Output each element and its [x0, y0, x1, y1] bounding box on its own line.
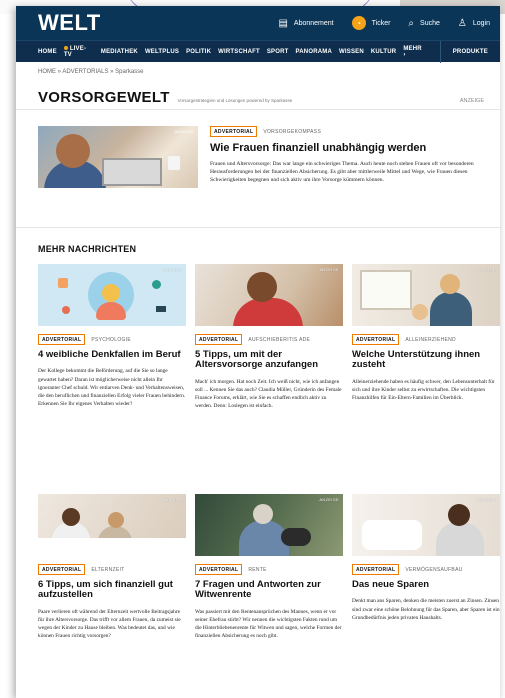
article-title[interactable]: 6 Tipps, um sich finanziell gut aufzuste…	[38, 579, 186, 601]
article-teaser: Paare verlieren oft während der Elternze…	[38, 608, 181, 640]
article-title[interactable]: 7 Fragen und Antworten zur Witwenrente	[195, 579, 343, 601]
nav-item-panorama[interactable]: PANORAMA	[296, 49, 333, 55]
article-title[interactable]: 4 weibliche Denkfallen im Beruf	[38, 349, 186, 360]
article-title[interactable]: Welche Unterstützung ihnen zusteht	[352, 349, 500, 371]
article-card[interactable]: ANZEIGE ADVERTORIAL ALLEINERZIEHEND Welc…	[352, 264, 500, 494]
article-title[interactable]: Das neue Sparen	[352, 579, 500, 590]
featured-teaser: Frauen und Altersvorsorge: Das war lange…	[210, 161, 474, 184]
user-icon: ♙	[457, 17, 467, 29]
article-image[interactable]: ANZEIGE	[352, 264, 500, 326]
search-label: Suche	[420, 19, 440, 27]
category-tag[interactable]: ELTERNZEIT	[91, 567, 124, 573]
chevron-right-icon: ›	[403, 51, 406, 58]
main-nav: HOME LIVE-TV MEDIATHEK WELTPLUS POLITIK …	[16, 40, 500, 63]
nav-item-wirtschaft[interactable]: WIRTSCHAFT	[218, 49, 260, 55]
featured-image[interactable]: ANZEIGE	[38, 126, 198, 188]
category-tag[interactable]: VERMÖGENSAUFBAU	[405, 567, 462, 573]
article-title[interactable]: 5 Tipps, um mit der Altersvorsorge anzuf…	[195, 349, 343, 371]
ticker-icon: ◔	[351, 16, 366, 30]
featured-title[interactable]: Wie Frauen finanziell unabhängig werden	[210, 142, 484, 154]
welt-logo[interactable]: WELT	[38, 10, 101, 36]
article-card[interactable]: ANZEIGE ADVERTORIAL ELTERNZEIT 6 Tipps, …	[38, 494, 186, 698]
featured-body: ADVERTORIAL VORSORGEKOMPASS Wie Frauen f…	[210, 126, 484, 227]
article-card[interactable]: ANZEIGE ADVERTORIAL RENTE 7 Fragen und A…	[195, 494, 343, 698]
featured-article[interactable]: ANZEIGE ADVERTORIAL VORSORGEKOMPASS Wie …	[16, 110, 500, 228]
nav-item-mehr[interactable]: MEHR ›	[403, 46, 432, 58]
article-image[interactable]: ANZEIGE	[195, 264, 343, 326]
article-card[interactable]: ANZEIGE ADVERTORIAL AUFSCHIEBERITIS ADE …	[195, 264, 343, 494]
nav-item-live-tv[interactable]: LIVE-TV	[63, 45, 94, 58]
anzeige-label: ANZEIGE	[319, 497, 339, 502]
article-image[interactable]: ANZEIGE	[352, 494, 500, 556]
category-tag[interactable]: RENTE	[248, 567, 266, 573]
advertorial-tag: ADVERTORIAL	[195, 564, 243, 575]
advertorial-tag: ADVERTORIAL	[195, 334, 243, 345]
section-subtitle: Vorsorgestrategien und Lösungen powered …	[177, 98, 293, 103]
login-label: Login	[472, 19, 490, 27]
advertorial-tag: ADVERTORIAL	[210, 126, 258, 137]
article-teaser: Der Kollege bekommt die Beförderung, auf…	[38, 368, 186, 407]
section-title: VORSORGEWELT	[38, 89, 170, 106]
category-tag[interactable]: PSYCHOLOGIE	[91, 337, 131, 343]
nav-item-wissen[interactable]: WISSEN	[339, 49, 364, 55]
featured-anzeige-label: ANZEIGE	[174, 129, 194, 134]
article-image[interactable]: ANZEIGE	[38, 494, 186, 556]
login-link[interactable]: ♙ Login	[458, 18, 490, 29]
article-teaser: Mach' ich morgen. Hat noch Zeit. Ich wei…	[195, 378, 342, 410]
article-image[interactable]: ANZEIGE	[195, 494, 343, 556]
mehr-nachrichten-heading: MEHR NACHRICHTEN	[38, 244, 137, 254]
search-icon: ⌕	[408, 17, 415, 29]
anzeige-label: ANZEIGE	[476, 267, 496, 272]
anzeige-label: ANZEIGE	[162, 497, 182, 502]
nav-item-produkte[interactable]: PRODUKTE	[439, 40, 500, 63]
nav-item-mediathek[interactable]: MEDIATHEK	[101, 49, 138, 55]
advertorial-tag: ADVERTORIAL	[38, 334, 86, 345]
live-dot-icon	[63, 45, 68, 50]
article-teaser: Denkt man ans Sparen, denken die meisten…	[352, 598, 500, 621]
category-tag[interactable]: ALLEINERZIEHEND	[405, 337, 456, 343]
article-card[interactable]: ANZEIGE ADVERTORIAL PSYCHOLOGIE 4 weibli…	[38, 264, 186, 494]
article-image[interactable]: ANZEIGE	[38, 264, 186, 326]
top-bar: WELT ▤ Abonnement ◔ Ticker ⌕ Suche ♙ Log…	[16, 6, 500, 40]
search-link[interactable]: ⌕ Suche	[408, 18, 439, 29]
nav-item-kultur[interactable]: KULTUR	[371, 49, 396, 55]
anzeige-label: ANZEIGE	[162, 267, 182, 272]
abonnement-link[interactable]: ▤ Abonnement	[278, 18, 333, 29]
abonnement-label: Abonnement	[293, 19, 334, 27]
section-header: VORSORGEWELT Vorsorgestrategien und Lösu…	[16, 84, 500, 110]
category-tag[interactable]: AUFSCHIEBERITIS ADE	[248, 337, 310, 343]
ticker-link[interactable]: ◔ Ticker	[351, 16, 391, 30]
newspaper-icon: ▤	[278, 17, 288, 29]
nav-item-sport[interactable]: SPORT	[267, 49, 289, 55]
advertorial-tag: ADVERTORIAL	[352, 334, 400, 345]
article-grid: ANZEIGE ADVERTORIAL PSYCHOLOGIE 4 weibli…	[16, 264, 500, 698]
section-anzeige-badge: ANZEIGE	[459, 98, 484, 104]
welt-page: WELT ▤ Abonnement ◔ Ticker ⌕ Suche ♙ Log…	[16, 6, 500, 698]
anzeige-label: ANZEIGE	[476, 497, 496, 502]
anzeige-label: ANZEIGE	[319, 267, 339, 272]
nav-item-home[interactable]: HOME	[38, 49, 57, 55]
ticker-label: Ticker	[371, 19, 391, 27]
category-tag[interactable]: VORSORGEKOMPASS	[263, 129, 321, 135]
article-card[interactable]: ANZEIGE ADVERTORIAL VERMÖGENSAUFBAU Das …	[352, 494, 500, 698]
article-teaser: Alleinerziehende haben es häufig schwer,…	[352, 378, 495, 402]
article-teaser: Was passiert mit den Rentenansprüchen de…	[195, 608, 342, 640]
nav-item-weltplus[interactable]: WELTPLUS	[145, 49, 179, 55]
breadcrumb[interactable]: HOME » ADVERTORIALS » Sparkasse	[16, 62, 500, 84]
advertorial-tag: ADVERTORIAL	[352, 564, 400, 575]
nav-item-politik[interactable]: POLITIK	[186, 49, 211, 55]
advertorial-tag: ADVERTORIAL	[38, 564, 86, 575]
